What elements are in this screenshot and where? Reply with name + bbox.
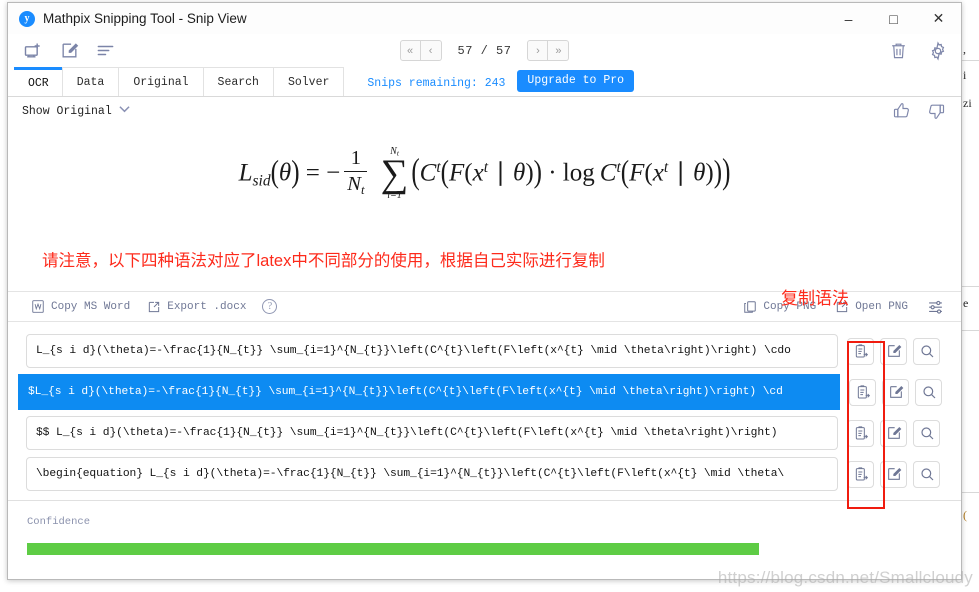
latex-row-actions — [849, 378, 942, 406]
copy-to-clipboard-icon[interactable] — [847, 460, 874, 488]
tab-original[interactable]: Original — [118, 67, 204, 96]
next-page-button[interactable]: › — [527, 40, 549, 61]
close-button[interactable]: ✕ — [916, 3, 961, 34]
confidence-section: Confidence — [8, 500, 961, 562]
desktop-background: , i zi e ( y Mathpix Snipping Tool - Sni… — [0, 0, 979, 592]
tab-strip: OCR Data Original Search Solver Snips re… — [8, 67, 961, 97]
toolbar-left-icons — [22, 40, 116, 62]
title-bar: y Mathpix Snipping Tool - Snip View – □ … — [8, 3, 961, 34]
copy-ms-word-label: Copy MS Word — [51, 300, 131, 313]
latex-row: \begin{equation} L_{s i d}(\theta)=-\fra… — [8, 454, 961, 494]
sliders-icon[interactable] — [926, 298, 945, 315]
latex-row-actions — [847, 460, 940, 488]
tab-solver[interactable]: Solver — [272, 67, 345, 96]
bg-fragment: , — [963, 42, 966, 56]
snips-remaining-label: Snips remaining: 243 — [367, 77, 506, 90]
edit-icon[interactable] — [882, 378, 909, 406]
edit-icon[interactable] — [880, 460, 907, 488]
search-icon[interactable] — [913, 337, 940, 365]
first-page-button[interactable]: « — [399, 40, 421, 61]
help-icon[interactable]: ? — [262, 299, 278, 314]
page-counter: 57 / 57 — [457, 43, 512, 58]
thumbs-down-icon[interactable] — [926, 101, 946, 121]
upgrade-to-pro-button[interactable]: Upgrade to Pro — [517, 70, 635, 92]
window-title: Mathpix Snipping Tool - Snip View — [43, 11, 247, 26]
copy-icon — [742, 299, 757, 314]
latex-row: $$ L_{s i d}(\theta)=-\frac{1}{N_{t}} \s… — [8, 413, 961, 453]
toolbar-right-icons — [887, 40, 949, 62]
confidence-label: Confidence — [27, 516, 91, 528]
watermark: https://blog.csdn.net/Smallcloudy — [717, 568, 973, 587]
word-document-icon — [30, 299, 45, 314]
list-icon[interactable] — [94, 40, 116, 62]
export-left-actions: Copy MS Word Export .docx ? — [30, 299, 278, 314]
bg-fragment: i — [963, 68, 967, 82]
toolbar: « ‹ 57 / 57 › » — [8, 34, 961, 67]
previous-page-button[interactable]: ‹ — [420, 40, 442, 61]
last-page-button[interactable]: » — [548, 40, 570, 61]
latex-text-equation-env[interactable]: \begin{equation} L_{s i d}(\theta)=-\fra… — [26, 457, 838, 491]
app-logo-icon: y — [19, 10, 35, 27]
bg-fragment: zi — [963, 96, 972, 110]
formula-fraction: 1 Nt — [344, 147, 368, 198]
thumbs-up-icon[interactable] — [892, 101, 912, 121]
feedback-controls — [892, 101, 946, 121]
search-icon[interactable] — [913, 419, 940, 447]
latex-row: L_{s i d}(\theta)=-\frac{1}{N_{t}} \sum_… — [8, 331, 961, 371]
trash-icon[interactable] — [887, 40, 909, 62]
minimize-button[interactable]: – — [826, 3, 871, 34]
page-navigation: « ‹ 57 / 57 › » — [8, 40, 961, 61]
copy-to-clipboard-icon[interactable] — [849, 378, 876, 406]
bg-fragment: e — [963, 296, 969, 310]
search-icon[interactable] — [913, 460, 940, 488]
open-png-label: Open PNG — [855, 300, 908, 313]
latex-row: $L_{s i d}(\theta)=-\frac{1}{N_{t}} \sum… — [8, 372, 961, 412]
formula-summation: Nt ∑ i=1 — [380, 146, 409, 202]
latex-row-actions — [847, 337, 940, 365]
copy-to-clipboard-icon[interactable] — [847, 337, 874, 365]
show-original-toggle[interactable]: Show Original — [22, 105, 130, 118]
bg-fragment: ( — [963, 508, 967, 522]
latex-text-inline[interactable]: L_{s i d}(\theta)=-\frac{1}{N_{t}} \sum_… — [26, 334, 838, 368]
tab-data[interactable]: Data — [61, 67, 120, 96]
rendered-formula: Lsid(θ) = −1 Nt Nt ∑ i=1 (Ct(F(xt ∣ θ)) · lo… — [238, 146, 731, 202]
show-original-row: Show Original — [8, 97, 961, 125]
export-docx-label: Export .docx — [167, 300, 247, 313]
gear-icon[interactable] — [927, 40, 949, 62]
edit-icon[interactable] — [880, 419, 907, 447]
latex-row-actions — [847, 419, 940, 447]
search-icon[interactable] — [915, 378, 942, 406]
copy-to-clipboard-icon[interactable] — [847, 419, 874, 447]
annotation-note-main: 请注意，以下四种语法对应了latex中不同部分的使用，根据自己实际进行复制 — [42, 252, 605, 270]
mathpix-window: y Mathpix Snipping Tool - Snip View – □ … — [7, 2, 962, 580]
confidence-bar-track — [27, 543, 942, 555]
tab-search[interactable]: Search — [202, 67, 274, 96]
show-original-label: Show Original — [22, 104, 112, 118]
export-docx-button[interactable]: Export .docx — [146, 299, 246, 314]
chevron-down-icon — [119, 105, 130, 117]
window-controls: – □ ✕ — [826, 3, 961, 34]
maximize-button[interactable]: □ — [871, 3, 916, 34]
annotation-note-copy: 复制语法 — [781, 289, 849, 308]
formula-lhs: L — [238, 159, 253, 187]
background-document: , i zi e ( — [962, 0, 979, 592]
latex-results-list: L_{s i d}(\theta)=-\frac{1}{N_{t}} \sum_… — [8, 322, 961, 500]
export-action-bar: Copy MS Word Export .docx ? Copy PNG Ope… — [8, 289, 961, 322]
edit-icon[interactable] — [58, 40, 80, 62]
edit-icon[interactable] — [880, 337, 907, 365]
tab-ocr[interactable]: OCR — [14, 67, 63, 96]
formula-preview: Lsid(θ) = −1 Nt Nt ∑ i=1 (Ct(F(xt ∣ θ)) · lo… — [8, 125, 961, 291]
external-link-icon — [146, 299, 161, 314]
latex-text-display[interactable]: $$ L_{s i d}(\theta)=-\frac{1}{N_{t}} \s… — [26, 416, 838, 450]
latex-text-dollar[interactable]: $L_{s i d}(\theta)=-\frac{1}{N_{t}} \sum… — [18, 374, 840, 410]
copy-ms-word-button[interactable]: Copy MS Word — [30, 299, 130, 314]
confidence-bar-fill — [27, 543, 759, 555]
new-snip-icon[interactable] — [22, 40, 44, 62]
